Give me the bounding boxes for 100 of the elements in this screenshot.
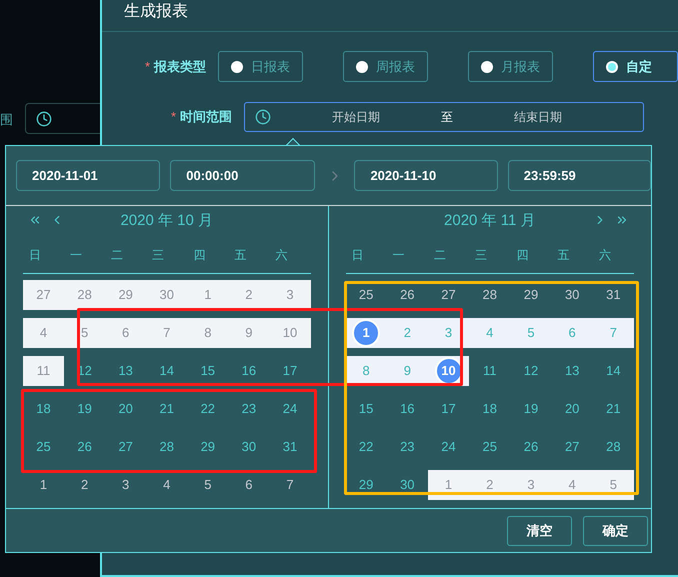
weekday-header: 五 bbox=[233, 246, 248, 264]
calendar-day[interactable]: 3 bbox=[428, 318, 470, 348]
calendar-day: 3 bbox=[510, 470, 552, 500]
calendar-day[interactable]: 13 bbox=[552, 356, 593, 386]
radio-option[interactable]: 自定 bbox=[593, 51, 678, 82]
calendar-day[interactable]: 5 bbox=[187, 470, 228, 500]
calendar-day: 2 bbox=[228, 280, 270, 310]
calendar-day[interactable]: 24 bbox=[428, 432, 470, 462]
weekday-header: 五 bbox=[556, 246, 571, 264]
calendar-day[interactable]: 1 bbox=[23, 470, 64, 500]
end-time-field[interactable]: 23:59:59 bbox=[508, 160, 651, 191]
weekday-header: 三 bbox=[474, 246, 488, 264]
calendar-day: 1 bbox=[428, 470, 470, 500]
calendar-day[interactable]: 25 bbox=[469, 432, 510, 462]
calendar-day: 4 bbox=[23, 318, 64, 348]
calendar-day[interactable]: 28 bbox=[469, 280, 510, 310]
radio-option[interactable]: 周报表 bbox=[343, 51, 428, 82]
calendar-day[interactable]: 6 bbox=[228, 470, 270, 500]
calendar-day[interactable]: 19 bbox=[64, 394, 106, 424]
calendar-day[interactable]: 27 bbox=[428, 280, 470, 310]
weekday-header: 二 bbox=[110, 246, 124, 264]
calendar-day[interactable]: 7 bbox=[269, 470, 310, 500]
calendar-day[interactable]: 23 bbox=[386, 432, 428, 462]
calendar-day[interactable]: 27 bbox=[552, 432, 593, 462]
start-date-field[interactable]: 2020-11-01 bbox=[16, 160, 160, 191]
dialog-title: 生成报表 bbox=[124, 3, 188, 20]
calendar-day[interactable]: 18 bbox=[23, 394, 64, 424]
calendar-day[interactable]: 14 bbox=[592, 356, 634, 386]
calendar-day[interactable]: 21 bbox=[146, 394, 188, 424]
calendar-day[interactable]: 28 bbox=[146, 432, 188, 462]
calendar-day[interactable]: 12 bbox=[510, 356, 552, 386]
calendar-day[interactable]: 11 bbox=[469, 356, 510, 386]
required-mark: * bbox=[170, 108, 176, 126]
calendar-day[interactable]: 4 bbox=[146, 470, 188, 500]
calendar-day[interactable]: 30 bbox=[228, 432, 270, 462]
calendar-day[interactable]: 24 bbox=[269, 394, 310, 424]
start-time-field[interactable]: 00:00:00 bbox=[170, 160, 315, 191]
calendar-day[interactable]: 31 bbox=[269, 432, 310, 462]
field-label: 时间范围 bbox=[180, 108, 232, 126]
radio-option[interactable]: 月报表 bbox=[468, 51, 553, 82]
calendar-day: 27 bbox=[23, 280, 64, 310]
calendar-day: 3 bbox=[269, 280, 310, 310]
calendar-day: 7 bbox=[146, 318, 188, 348]
calendar-day[interactable]: 29 bbox=[187, 432, 228, 462]
calendar-day[interactable]: 6 bbox=[552, 318, 593, 348]
calendar-day: 28 bbox=[64, 280, 106, 310]
calendar-day[interactable]: 7 bbox=[592, 318, 634, 348]
selected-day[interactable]: 1 bbox=[352, 319, 380, 347]
calendar-day[interactable]: 19 bbox=[510, 394, 552, 424]
field-label: 报表类型 bbox=[154, 58, 206, 76]
weekday-header: 一 bbox=[69, 246, 84, 264]
footer-button[interactable]: 确定 bbox=[583, 516, 648, 546]
calendar-day: 2 bbox=[469, 470, 510, 500]
date-range-field[interactable]: 开始日期 至 结束日期 bbox=[244, 102, 644, 132]
calendar-day[interactable]: 20 bbox=[105, 394, 146, 424]
calendar-day[interactable]: 25 bbox=[23, 432, 64, 462]
calendar-day[interactable]: 3 bbox=[105, 470, 146, 500]
calendar-day[interactable]: 26 bbox=[64, 432, 106, 462]
calendar-day: 1 bbox=[187, 280, 228, 310]
calendar-day[interactable]: 18 bbox=[469, 394, 510, 424]
weekday-header: 一 bbox=[392, 246, 406, 264]
calendar-day: 6 bbox=[105, 318, 146, 348]
weekday-header: 六 bbox=[598, 246, 612, 264]
field-label: 围 bbox=[0, 111, 13, 129]
footer-button[interactable]: 清空 bbox=[507, 516, 572, 546]
calendar-day: 9 bbox=[228, 318, 270, 348]
radio-option[interactable]: 日报表 bbox=[218, 51, 303, 82]
calendar-day[interactable]: 17 bbox=[428, 394, 470, 424]
calendar-day[interactable]: 20 bbox=[552, 394, 593, 424]
calendar-day[interactable]: 26 bbox=[386, 280, 428, 310]
weekday-header: 六 bbox=[274, 246, 288, 264]
calendar-day[interactable]: 27 bbox=[105, 432, 146, 462]
calendar-day[interactable]: 30 bbox=[386, 470, 428, 500]
calendar-day: 8 bbox=[187, 318, 228, 348]
month-title: 2020 年 10 月 bbox=[120, 210, 214, 231]
calendar-day[interactable]: 30 bbox=[552, 280, 593, 310]
weekday-header: 四 bbox=[192, 246, 206, 264]
calendar-day: 10 bbox=[269, 318, 310, 348]
weekday-header: 四 bbox=[515, 246, 530, 264]
calendar-day[interactable]: 21 bbox=[592, 394, 634, 424]
weekday-header: 日 bbox=[350, 246, 364, 264]
calendar-day[interactable]: 2 bbox=[386, 318, 428, 348]
calendar-day[interactable]: 16 bbox=[386, 394, 428, 424]
calendar-day[interactable]: 28 bbox=[592, 432, 634, 462]
calendar-day[interactable]: 22 bbox=[187, 394, 228, 424]
calendar-day[interactable]: 26 bbox=[510, 432, 552, 462]
calendar-day[interactable]: 23 bbox=[228, 394, 270, 424]
calendar-day: 30 bbox=[146, 280, 188, 310]
calendar-day[interactable]: 2 bbox=[64, 470, 106, 500]
calendar-day[interactable]: 29 bbox=[510, 280, 552, 310]
calendar-day[interactable]: 4 bbox=[469, 318, 510, 348]
weekday-header: 日 bbox=[28, 246, 42, 264]
clock-icon bbox=[36, 110, 52, 126]
calendar-day[interactable]: 5 bbox=[510, 318, 552, 348]
required-mark: * bbox=[144, 58, 150, 76]
calendar-day[interactable]: 31 bbox=[592, 280, 634, 310]
weekday-header: 三 bbox=[151, 246, 166, 264]
weekday-header: 二 bbox=[432, 246, 447, 264]
end-date-field[interactable]: 2020-11-10 bbox=[354, 160, 498, 191]
month-title: 2020 年 11 月 bbox=[444, 210, 536, 231]
